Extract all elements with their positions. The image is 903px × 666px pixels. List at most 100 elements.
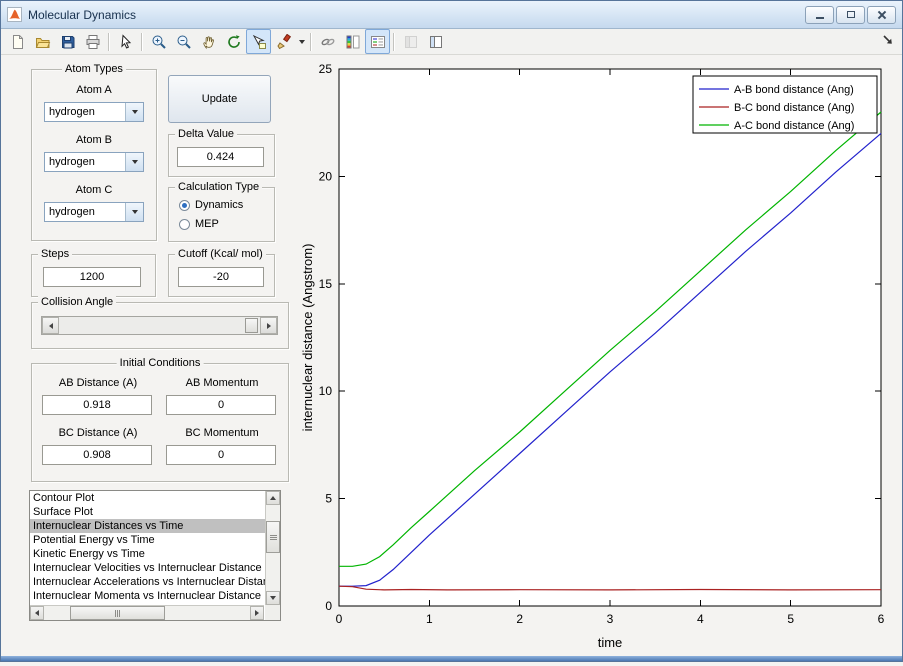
scroll-right-button[interactable] — [250, 606, 264, 620]
radio-mep[interactable]: MEP — [179, 218, 219, 230]
atom-c-dropdown[interactable]: hydrogen — [44, 202, 144, 222]
svg-text:5: 5 — [787, 612, 794, 626]
show-plot-tools-icon — [429, 35, 442, 48]
svg-text:6: 6 — [878, 612, 885, 626]
data-cursor-button[interactable] — [246, 29, 271, 54]
atom-b-dropdown[interactable]: hydrogen — [44, 152, 144, 172]
svg-text:10: 10 — [319, 384, 333, 398]
bc-momentum-field[interactable]: 0 — [166, 445, 276, 465]
arrow-up-icon — [270, 496, 276, 500]
rotate-icon — [227, 34, 240, 48]
dropdown-arrow-button[interactable] — [125, 103, 143, 121]
brush-data-button[interactable] — [271, 29, 296, 54]
dropdown-arrow-button[interactable] — [125, 203, 143, 221]
svg-text:20: 20 — [319, 169, 333, 183]
insert-colorbar-button[interactable] — [340, 29, 365, 54]
cutoff-field[interactable]: -20 — [178, 267, 264, 287]
pan-button[interactable] — [196, 29, 221, 54]
atom-c-label: Atom C — [75, 184, 113, 196]
slider-left-arrow[interactable] — [42, 317, 59, 334]
hide-plot-tools-button[interactable] — [398, 29, 423, 54]
new-file-button[interactable] — [5, 29, 30, 54]
svg-text:0: 0 — [336, 612, 343, 626]
delta-value-field[interactable]: 0.424 — [177, 147, 264, 167]
vertical-scrollbar[interactable] — [265, 491, 280, 605]
legend-icon — [370, 35, 385, 48]
horizontal-scroll-thumb[interactable] — [70, 606, 165, 620]
scroll-left-button[interactable] — [30, 606, 44, 620]
panel-title: Initial Conditions — [116, 357, 204, 369]
zoom-in-icon — [152, 35, 166, 49]
svg-text:3: 3 — [607, 612, 614, 626]
list-item[interactable]: Internuclear Distances vs Time — [30, 519, 265, 533]
cutoff-value-text: -20 — [213, 271, 229, 283]
zoom-out-button[interactable] — [171, 29, 196, 54]
list-item[interactable]: Internuclear Momenta vs Internuclear Dis… — [30, 589, 265, 603]
link-icon — [321, 38, 334, 45]
chevron-down-icon — [131, 160, 138, 164]
list-item[interactable]: Potential Energy vs Time — [30, 533, 265, 547]
bc-momentum-label: BC Momentum — [185, 427, 259, 439]
steps-value-text: 1200 — [79, 271, 105, 283]
close-button[interactable] — [867, 5, 896, 24]
brush-icon — [276, 33, 291, 49]
open-file-button[interactable] — [30, 29, 55, 54]
slider-thumb[interactable] — [245, 318, 258, 333]
collision-angle-slider[interactable] — [41, 316, 278, 335]
scroll-up-button[interactable] — [266, 491, 280, 505]
close-icon — [877, 10, 887, 20]
svg-text:25: 25 — [319, 62, 333, 76]
ab-momentum-field[interactable]: 0 — [166, 395, 276, 415]
list-item[interactable]: Internuclear Velocities vs Internuclear … — [30, 561, 265, 575]
printer-icon — [86, 34, 99, 49]
list-item[interactable]: Surface Plot — [30, 505, 265, 519]
hand-icon — [202, 35, 214, 49]
svg-text:5: 5 — [325, 492, 332, 506]
steps-field[interactable]: 1200 — [43, 267, 141, 287]
brush-dropdown-button[interactable] — [296, 30, 307, 53]
minimize-button[interactable] — [805, 5, 834, 24]
svg-text:2: 2 — [516, 612, 523, 626]
arrow-down-icon — [270, 596, 276, 600]
svg-text:internuclear distance (Angstro: internuclear distance (Angstrom) — [300, 244, 315, 432]
plot-type-listbox[interactable]: Contour Plot Surface Plot Internuclear D… — [29, 490, 281, 621]
insert-legend-button[interactable] — [365, 29, 390, 54]
listbox-items: Contour Plot Surface Plot Internuclear D… — [30, 491, 265, 605]
panel-title: Collision Angle — [38, 296, 117, 308]
colorbar-icon — [346, 35, 359, 48]
ab-distance-field[interactable]: 0.918 — [42, 395, 152, 415]
plot-axes[interactable]: 0 1 2 3 4 5 6 0 5 10 15 20 25 time internuclear distan… — [299, 55, 903, 663]
radio-icon — [179, 199, 190, 211]
dropdown-arrow-button[interactable] — [125, 153, 143, 171]
show-plot-tools-button[interactable] — [423, 29, 448, 54]
vertical-scroll-thumb[interactable] — [266, 521, 280, 553]
list-item[interactable]: Internuclear Accelerations vs Internucle… — [30, 575, 265, 589]
scroll-down-button[interactable] — [266, 591, 280, 605]
list-item[interactable]: Contour Plot — [30, 491, 265, 505]
bc-distance-field[interactable]: 0.908 — [42, 445, 152, 465]
horizontal-scrollbar[interactable] — [30, 605, 264, 620]
new-file-icon — [12, 34, 23, 49]
chevron-down-icon — [131, 210, 138, 214]
atom-a-dropdown[interactable]: hydrogen — [44, 102, 144, 122]
list-item[interactable]: Kinetic Energy vs Time — [30, 547, 265, 561]
edit-plot-button[interactable] — [113, 29, 138, 54]
radio-dynamics-label: Dynamics — [195, 199, 244, 211]
radio-dynamics[interactable]: Dynamics — [179, 199, 243, 211]
rotate-3d-button[interactable] — [221, 29, 246, 54]
svg-text:1: 1 — [426, 612, 433, 626]
dock-figure-icon[interactable] — [882, 34, 894, 49]
update-button[interactable]: Update — [168, 75, 271, 123]
figure-toolbar — [1, 29, 902, 55]
window-title: Molecular Dynamics — [28, 7, 137, 22]
zoom-in-button[interactable] — [146, 29, 171, 54]
svg-text:4: 4 — [697, 612, 704, 626]
atom-types-panel: Atom Types Atom A hydrogen Atom B hydrog… — [31, 63, 157, 241]
print-figure-button[interactable] — [80, 29, 105, 54]
link-plot-button[interactable] — [315, 29, 340, 54]
slider-right-arrow[interactable] — [260, 317, 277, 334]
panel-title: Delta Value — [175, 128, 238, 140]
slider-trough[interactable] — [59, 317, 260, 334]
maximize-button[interactable] — [836, 5, 865, 24]
save-figure-button[interactable] — [55, 29, 80, 54]
